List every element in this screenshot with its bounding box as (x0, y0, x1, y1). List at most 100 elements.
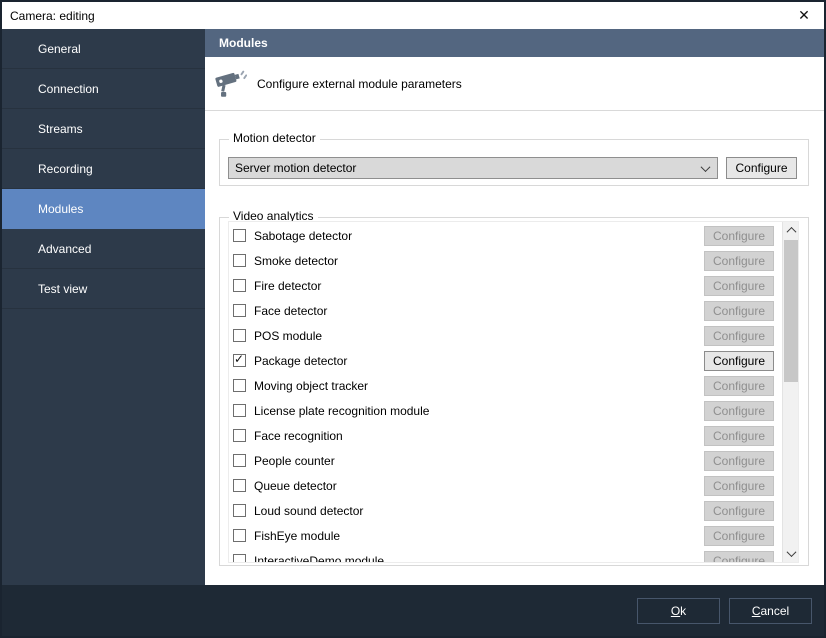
module-checkbox[interactable] (233, 429, 246, 442)
check-icon: ✓ (234, 352, 245, 366)
motion-detector-selected-value: Server motion detector (235, 161, 357, 175)
camera-editing-dialog: Camera: editing ✕ General Connection Str… (0, 0, 826, 638)
sidebar-item-streams[interactable]: Streams (2, 109, 205, 149)
module-label: Loud sound detector (254, 503, 364, 518)
sidebar-item-label: Connection (38, 81, 99, 96)
module-row: Sabotage detector Configure (229, 223, 798, 248)
motion-detector-group-label: Motion detector (229, 131, 320, 145)
module-label: People counter (254, 453, 335, 468)
sidebar-item-advanced[interactable]: Advanced (2, 229, 205, 269)
module-row: License plate recognition module Configu… (229, 398, 798, 423)
close-icon: ✕ (798, 7, 810, 23)
cancel-button[interactable]: Cancel (729, 597, 812, 624)
module-configure-button: Configure (704, 275, 774, 296)
motion-detector-select[interactable]: Server motion detector (228, 157, 718, 179)
footer-bar: Ok Cancel (2, 585, 824, 636)
chevron-up-icon (786, 226, 796, 237)
module-row: Face detector Configure (229, 298, 798, 323)
module-checkbox[interactable] (233, 279, 246, 292)
sidebar-item-label: Recording (38, 161, 93, 176)
video-analytics-group: Video analytics Sabotage detector Config… (219, 209, 809, 566)
module-row: ✓ Package detector Configure (229, 348, 798, 373)
sidebar-item-connection[interactable]: Connection (2, 69, 205, 109)
module-label: Queue detector (254, 478, 337, 493)
ok-button[interactable]: Ok (637, 597, 720, 624)
cctv-camera-icon (215, 70, 247, 97)
sidebar: General Connection Streams Recording Mod… (2, 29, 205, 585)
module-checkbox[interactable] (233, 454, 246, 467)
module-configure-button: Configure (704, 375, 774, 396)
page-title: Modules (219, 36, 268, 50)
video-analytics-list: Sabotage detector Configure Smoke detect… (228, 221, 799, 563)
module-configure-button[interactable]: Configure (704, 350, 774, 371)
module-label: Fire detector (254, 278, 322, 293)
motion-detector-configure-button[interactable]: Configure (726, 157, 797, 179)
page-header-bar: Modules (205, 29, 824, 57)
sidebar-item-test-view[interactable]: Test view (2, 269, 205, 309)
scrollbar[interactable] (782, 222, 798, 562)
window-title: Camera: editing (10, 8, 95, 23)
module-row: Moving object tracker Configure (229, 373, 798, 398)
module-configure-button: Configure (704, 400, 774, 421)
sidebar-item-modules[interactable]: Modules (2, 189, 205, 229)
module-label: Package detector (254, 353, 348, 368)
module-checkbox[interactable] (233, 554, 246, 562)
close-button[interactable]: ✕ (784, 2, 824, 29)
sidebar-item-label: Modules (38, 201, 84, 216)
module-label: Moving object tracker (254, 378, 369, 393)
sidebar-item-label: Advanced (38, 241, 92, 256)
motion-detector-group: Motion detector Server motion detector C… (219, 131, 809, 186)
module-configure-button: Configure (704, 450, 774, 471)
video-analytics-list-rows: Sabotage detector Configure Smoke detect… (229, 223, 798, 563)
scroll-down-button[interactable] (783, 545, 798, 562)
module-row: InteractiveDemo module Configure (229, 548, 798, 563)
module-configure-button: Configure (704, 500, 774, 521)
module-row: People counter Configure (229, 448, 798, 473)
module-label: InteractiveDemo module (254, 553, 385, 563)
module-checkbox[interactable] (233, 254, 246, 267)
module-checkbox[interactable] (233, 504, 246, 517)
info-row: Configure external module parameters (205, 57, 824, 111)
module-label: POS module (254, 328, 323, 343)
module-row: Queue detector Configure (229, 473, 798, 498)
module-label: Face detector (254, 303, 328, 318)
module-checkbox[interactable] (233, 304, 246, 317)
module-checkbox[interactable]: ✓ (233, 352, 246, 367)
chevron-down-icon (700, 161, 711, 172)
scrollbar-thumb[interactable] (784, 240, 798, 382)
module-label: Smoke detector (254, 253, 339, 268)
main-panel: Modules Configure external module parame… (205, 29, 824, 585)
module-row: Face recognition Configure (229, 423, 798, 448)
module-checkbox[interactable] (233, 229, 246, 242)
module-row: POS module Configure (229, 323, 798, 348)
module-label: License plate recognition module (254, 403, 430, 418)
module-configure-button: Configure (704, 225, 774, 246)
module-row: Smoke detector Configure (229, 248, 798, 273)
module-configure-button: Configure (704, 425, 774, 446)
module-configure-button: Configure (704, 525, 774, 546)
chevron-down-icon (786, 547, 796, 558)
scroll-up-button[interactable] (783, 222, 798, 239)
sidebar-item-label: Streams (38, 121, 83, 136)
module-configure-button: Configure (704, 300, 774, 321)
sidebar-item-label: General (38, 41, 81, 56)
module-checkbox[interactable] (233, 529, 246, 542)
module-label: Sabotage detector (254, 228, 353, 243)
module-row: FishEye module Configure (229, 523, 798, 548)
module-configure-button: Configure (704, 325, 774, 346)
module-configure-button: Configure (704, 475, 774, 496)
titlebar: Camera: editing ✕ (2, 2, 824, 29)
page-description: Configure external module parameters (257, 76, 462, 91)
module-checkbox[interactable] (233, 479, 246, 492)
module-row: Loud sound detector Configure (229, 498, 798, 523)
sidebar-item-general[interactable]: General (2, 29, 205, 69)
module-checkbox[interactable] (233, 329, 246, 342)
sidebar-item-recording[interactable]: Recording (2, 149, 205, 189)
module-label: FishEye module (254, 528, 341, 543)
module-checkbox[interactable] (233, 379, 246, 392)
module-label: Face recognition (254, 428, 343, 443)
module-configure-button: Configure (704, 250, 774, 271)
module-row: Fire detector Configure (229, 273, 798, 298)
module-checkbox[interactable] (233, 404, 246, 417)
module-configure-button: Configure (704, 550, 774, 562)
